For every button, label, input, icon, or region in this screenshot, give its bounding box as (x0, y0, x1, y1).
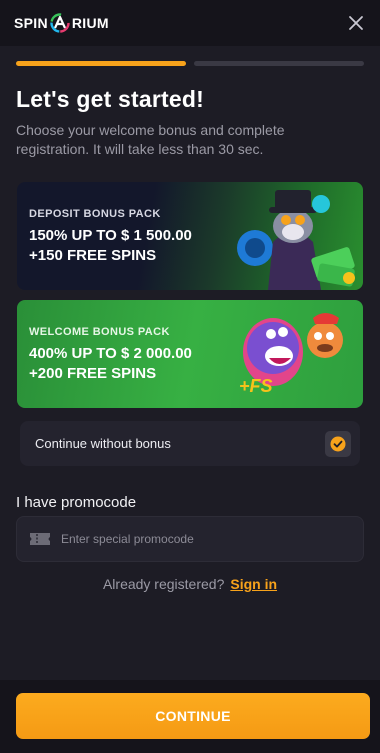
page-title: Let's get started! (16, 86, 204, 112)
no-bonus-label: Continue without bonus (35, 436, 171, 451)
bonus-amount: 150% UP TO $ 1 500.00 (29, 227, 192, 244)
bonus-spins: +150 FREE SPINS (29, 247, 157, 264)
bonus-spins: +200 FREE SPINS (29, 365, 157, 382)
fs-art-text: +FS (239, 376, 273, 396)
logo[interactable]: SPIN RIUM (14, 12, 109, 34)
bonus-amount: 400% UP TO $ 2 000.00 (29, 345, 192, 362)
logo-text-left: SPIN (14, 15, 48, 31)
step-progress (16, 61, 364, 66)
bonus-tag: DEPOSIT BONUS PACK (29, 208, 161, 220)
sign-in-link[interactable]: Sign in (230, 576, 277, 592)
page-subtitle: Choose your welcome bonus and complete r… (16, 122, 285, 157)
progress-step-1 (16, 61, 186, 66)
promocode-field[interactable] (16, 516, 364, 562)
logo-text-right: RIUM (71, 15, 109, 31)
promocode-title: I have promocode (16, 494, 137, 511)
continue-without-bonus-option[interactable]: Continue without bonus (20, 421, 360, 466)
welcome-bonus-card[interactable]: +FS WELCOME BONUS PACK 400% UP TO $ 2 00… (17, 300, 363, 408)
header: SPIN RIUM (0, 0, 380, 46)
close-icon (349, 16, 363, 30)
close-button[interactable] (346, 13, 366, 33)
raccoon-character-icon (237, 190, 355, 290)
no-bonus-checkbox[interactable] (325, 430, 351, 457)
ticket-icon (30, 533, 50, 545)
promocode-input[interactable] (61, 532, 341, 546)
bonus-tag: WELCOME BONUS PACK (29, 326, 170, 338)
already-registered-text: Already registered? (102, 576, 225, 592)
sign-in-prompt: Already registered? Sign in (0, 576, 380, 592)
continue-button[interactable]: CONTINUE (16, 693, 370, 739)
welcome-characters-icon: +FS (239, 313, 343, 396)
checkmark-icon (330, 436, 346, 451)
logo-mark-icon (50, 13, 70, 33)
progress-step-2 (194, 61, 364, 66)
deposit-bonus-card[interactable]: DEPOSIT BONUS PACK 150% UP TO $ 1 500.00… (17, 182, 363, 290)
